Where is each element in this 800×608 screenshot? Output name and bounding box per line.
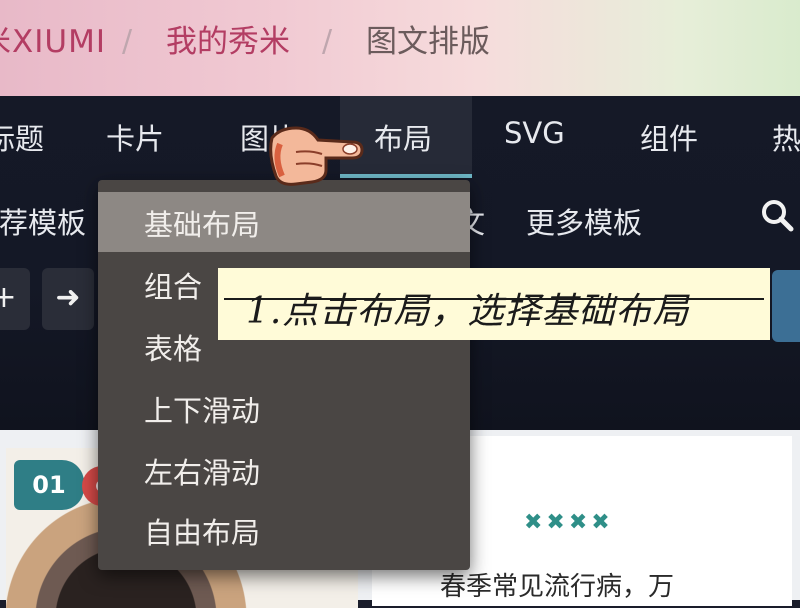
tab-layout[interactable]: 布局	[374, 116, 432, 158]
breadcrumb: 米XIUMI / 我的秀米 / 图文排版	[0, 0, 800, 96]
menu-item-horizontal-scroll[interactable]: 左右滑动	[144, 450, 260, 492]
forward-arrow-button[interactable]: ➜	[42, 268, 94, 330]
annotation-text: 1.点击布局，选择基础布局	[246, 291, 690, 332]
add-button[interactable]: +	[0, 268, 30, 330]
tab-recommended-templates[interactable]: 推荐模板	[0, 200, 86, 242]
tab-svg[interactable]: SVG	[504, 116, 565, 150]
tab-components[interactable]: 组件	[640, 116, 698, 158]
tab-title[interactable]: 标题	[0, 116, 44, 158]
menu-item-table[interactable]: 表格	[144, 326, 202, 368]
category-tabs: 标题 卡片 图片 布局 SVG 组件 热	[0, 96, 800, 180]
right-side-button[interactable]	[772, 270, 800, 342]
decoration-marks: ✖✖✖✖	[524, 510, 614, 535]
breadcrumb-my-xiumi[interactable]: 我的秀米	[166, 22, 290, 62]
breadcrumb-separator: /	[122, 24, 133, 59]
menu-item-vertical-scroll[interactable]: 上下滑动	[144, 388, 260, 430]
menu-item-combination[interactable]: 组合	[144, 264, 202, 306]
menu-item-basic-layout[interactable]: 基础布局	[144, 202, 260, 244]
number-badge: 01	[14, 460, 84, 510]
tutorial-annotation: 1.点击布局，选择基础布局	[218, 268, 770, 340]
search-icon[interactable]	[760, 198, 794, 232]
layout-dropdown-menu: 基础布局 组合 表格 上下滑动 左右滑动 自由布局	[98, 180, 470, 570]
tab-hot[interactable]: 热	[772, 116, 800, 158]
tab-card[interactable]: 卡片	[106, 116, 164, 158]
pointing-hand-icon	[269, 126, 364, 186]
breadcrumb-current: 图文排版	[366, 24, 490, 60]
article-text: 春季常见流行病，万	[440, 572, 675, 602]
menu-item-free-layout[interactable]: 自由布局	[144, 510, 260, 552]
brand-link[interactable]: 米XIUMI	[0, 22, 106, 62]
tab-more-templates[interactable]: 更多模板	[526, 200, 642, 242]
breadcrumb-separator: /	[322, 24, 333, 59]
